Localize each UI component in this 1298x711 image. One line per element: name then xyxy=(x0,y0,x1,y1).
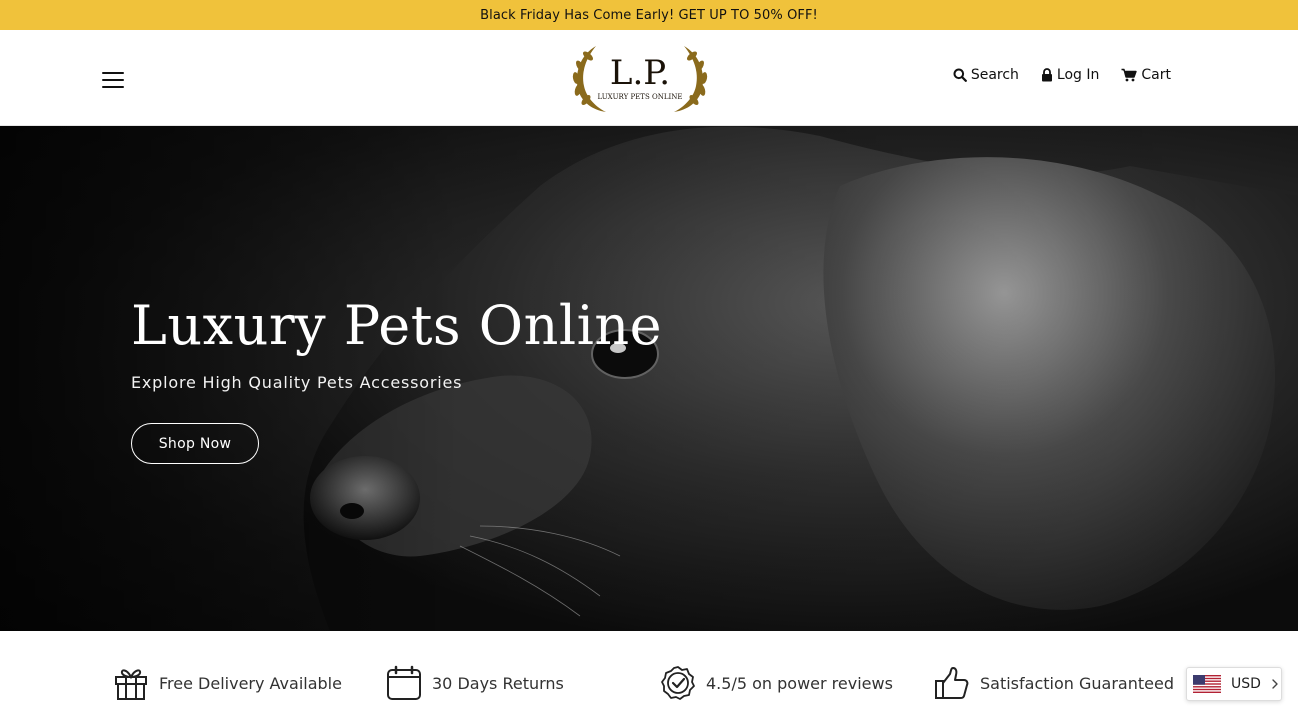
feature-label: 4.5/5 on power reviews xyxy=(706,673,893,693)
search-link[interactable]: Search xyxy=(953,67,1019,83)
feature-satisfaction: Satisfaction Guaranteed xyxy=(934,665,1174,701)
header-nav: Search Log In Cart xyxy=(953,67,1171,83)
svg-text:L.P.: L.P. xyxy=(610,53,670,93)
cart-link[interactable]: Cart xyxy=(1121,67,1171,83)
thumbs-up-icon xyxy=(935,667,969,699)
calendar-icon xyxy=(387,665,421,700)
svg-text:LUXURY PETS ONLINE: LUXURY PETS ONLINE xyxy=(598,93,683,101)
feature-free-delivery: Free Delivery Available xyxy=(113,665,342,701)
login-label: Log In xyxy=(1056,67,1100,83)
laurel-wreath-logo: L.P. LUXURY PETS ONLINE xyxy=(572,46,708,112)
feature-label: 30 Days Returns xyxy=(432,673,564,693)
us-flag-icon xyxy=(1193,675,1221,693)
announcement-bar: Black Friday Has Come Early! GET UP TO 5… xyxy=(0,0,1298,30)
feature-returns: 30 Days Returns xyxy=(386,665,564,701)
search-label: Search xyxy=(970,67,1019,83)
hamburger-menu-icon[interactable] xyxy=(102,72,124,90)
site-header: L.P. LUXURY PETS ONLINE Search Log In Ca… xyxy=(0,30,1298,126)
hero-banner: Luxury Pets Online Explore High Quality … xyxy=(0,126,1298,631)
search-icon xyxy=(953,68,967,82)
gift-icon xyxy=(115,669,147,700)
cart-label: Cart xyxy=(1141,67,1171,83)
currency-code: USD xyxy=(1231,676,1261,692)
cart-icon xyxy=(1121,68,1138,82)
feature-reviews: 4.5/5 on power reviews xyxy=(660,665,893,701)
hero-title: Luxury Pets Online xyxy=(131,294,663,357)
features-bar: Free Delivery Available 30 Days Returns … xyxy=(0,631,1298,711)
feature-label: Free Delivery Available xyxy=(159,673,342,693)
shop-now-button[interactable]: Shop Now xyxy=(131,423,259,464)
login-link[interactable]: Log In xyxy=(1041,67,1099,83)
lock-icon xyxy=(1041,68,1052,82)
hero-subtitle: Explore High Quality Pets Accessories xyxy=(131,373,463,392)
feature-label: Satisfaction Guaranteed xyxy=(980,673,1174,693)
announcement-text: Black Friday Has Come Early! GET UP TO 5… xyxy=(480,7,818,23)
chevron-right-icon xyxy=(1272,679,1278,689)
currency-selector[interactable]: USD xyxy=(1186,667,1282,701)
site-logo[interactable]: L.P. LUXURY PETS ONLINE xyxy=(566,40,714,114)
verified-badge-icon xyxy=(661,666,695,700)
